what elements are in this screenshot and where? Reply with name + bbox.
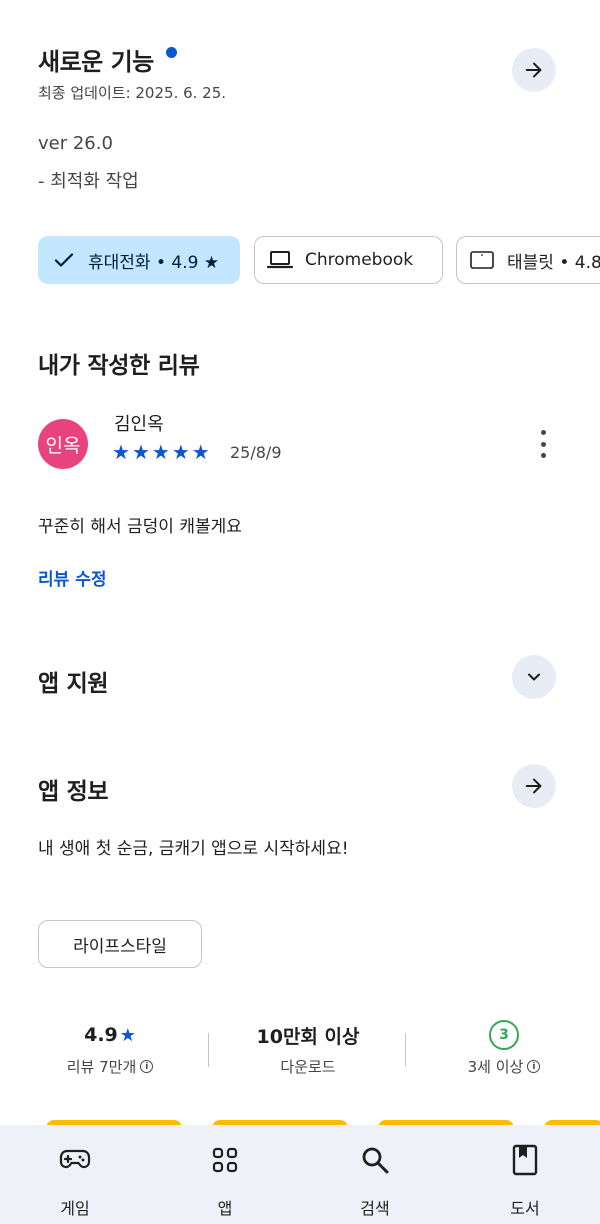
whats-new-title-text: 새로운 기능 [38,48,154,76]
rating-star-icon: ★ [119,1024,136,1046]
whats-new-title: 새로운 기능 [38,42,177,77]
rating-value-row: 4.9 ★ [30,1020,190,1050]
whats-new-arrow-button[interactable] [512,48,556,92]
last-updated-text: 최종 업데이트: 2025. 6. 25. [38,84,227,102]
chevron-down-icon [528,673,540,681]
star-icon: ★ [151,440,170,464]
star-rating: ★ ★ ★ ★ ★ [112,440,210,464]
search-icon [360,1143,390,1177]
book-icon [512,1143,538,1177]
info-icon: i [140,1060,154,1073]
chip-tablet[interactable]: 태블릿 • 4.8 [456,236,600,284]
avatar: 인옥 [38,419,88,469]
nav-games[interactable]: 게임 [0,1125,150,1224]
bottom-navigation: 게임 앱 검색 도서 [0,1125,600,1224]
star-icon: ★ [171,440,190,464]
version-text: ver 26.0 [38,133,113,154]
category-chip[interactable]: 라이프스타일 [38,920,202,968]
chip-phone-label: 휴대전화 • 4.9 ★ [88,252,220,273]
star-icon: ★ [112,440,130,464]
app-support-expand-button[interactable] [512,655,556,699]
age-rating-stat: 3 3세 이상 i [424,1020,584,1077]
downloads-label: 다운로드 [280,1058,336,1076]
more-options-icon[interactable] [536,430,550,458]
reviewer-name: 김인옥 [114,414,164,435]
new-indicator-dot [165,47,177,58]
chip-tablet-label: 태블릿 • 4.8 [507,252,600,273]
laptop-icon [267,249,293,271]
release-note-text: - 최적화 작업 [38,171,139,192]
app-description: 내 생애 첫 순금, 금캐기 앱으로 시작하세요! [38,839,349,859]
check-icon [52,248,76,272]
nav-search[interactable]: 검색 [300,1125,450,1224]
star-icon: ★ [191,440,210,464]
edit-review-link[interactable]: 리뷰 수정 [38,565,106,590]
arrow-right-icon [525,778,542,794]
nav-apps[interactable]: 앱 [150,1125,300,1224]
reviews-count-row[interactable]: 리뷰 7만개 i [30,1056,190,1077]
nav-books-label: 도서 [510,1199,540,1218]
gamepad-icon [59,1143,91,1177]
stat-divider [405,1033,406,1067]
info-icon: i [527,1060,541,1073]
my-review-heading: 내가 작성한 리뷰 [38,353,200,379]
review-date: 25/8/9 [230,443,282,462]
review-text: 꾸준히 해서 금덩이 캐볼게요 [38,517,242,537]
apps-grid-icon [211,1143,239,1177]
rating-value: 4.9 [84,1024,118,1046]
nav-books[interactable]: 도서 [450,1125,600,1224]
age-rating-row[interactable]: 3세 이상 i [424,1056,584,1077]
app-support-heading: 앱 지원 [38,671,109,697]
app-info-arrow-button[interactable] [512,764,556,808]
stat-divider [208,1033,209,1067]
downloads-value: 10만회 이상 [256,1025,360,1048]
rating-stat: 4.9 ★ 리뷰 7만개 i [30,1020,190,1077]
tablet-icon [469,250,495,270]
reviews-count: 리뷰 7만개 [66,1058,137,1076]
age-rating-label: 3세 이상 [467,1058,524,1076]
star-icon: ★ [131,440,150,464]
nav-apps-label: 앱 [217,1199,233,1218]
chip-phone[interactable]: 휴대전화 • 4.9 ★ [38,236,240,284]
app-info-heading: 앱 정보 [38,779,109,805]
nav-search-label: 검색 [360,1199,390,1218]
age-badge-row: 3 [424,1020,584,1050]
chip-chromebook[interactable]: Chromebook [254,236,443,284]
downloads-stat: 10만회 이상 다운로드 [226,1020,390,1077]
chip-chromebook-label: Chromebook [305,250,414,270]
age-rating-badge: 3 [489,1020,519,1050]
nav-games-label: 게임 [60,1199,90,1218]
arrow-right-icon [525,62,542,78]
